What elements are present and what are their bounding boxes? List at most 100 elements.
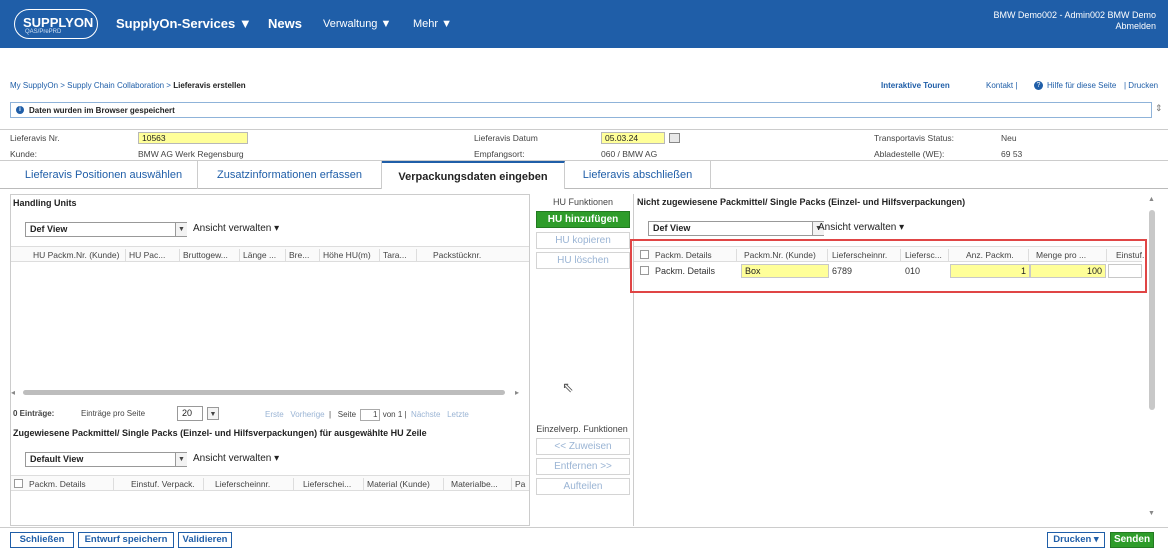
col-bruttogew[interactable]: Bruttogew... bbox=[183, 250, 228, 260]
split-button[interactable]: Aufteilen bbox=[536, 478, 630, 495]
col-packm-details[interactable]: Packm. Details bbox=[655, 250, 712, 260]
col-menge-pro[interactable]: Menge pro ... bbox=[1036, 250, 1086, 260]
pager-page-label: Seite bbox=[337, 410, 357, 419]
remove-button[interactable]: Entfernen >> bbox=[536, 458, 630, 475]
pager-last[interactable]: Letzte bbox=[447, 410, 469, 419]
logout-link[interactable]: Abmelden bbox=[1115, 21, 1156, 31]
anz-packm-field[interactable]: 1 bbox=[950, 264, 1030, 278]
calendar-icon[interactable] bbox=[669, 133, 680, 143]
row-checkbox[interactable] bbox=[640, 266, 649, 275]
assigned-grid-header: Packm. Details Einstuf. Verpack. Liefers… bbox=[11, 475, 529, 491]
col-lieferscheinnr[interactable]: Lieferscheinnr. bbox=[832, 250, 887, 260]
handling-units-panel: Handling Units Def View ▼ Ansicht verwal… bbox=[10, 194, 530, 526]
datum-field[interactable]: 05.03.24 bbox=[601, 132, 665, 144]
col-material-kunde[interactable]: Material (Kunde) bbox=[367, 479, 430, 489]
hu-copy-button[interactable]: HU kopieren bbox=[536, 232, 630, 249]
send-button[interactable]: Senden bbox=[1110, 532, 1154, 548]
tab-zusatzinformationen[interactable]: Zusatzinformationen erfassen bbox=[198, 161, 382, 189]
menge-pro-field[interactable]: 100 bbox=[1030, 264, 1106, 278]
print-link[interactable]: | Drucken bbox=[1124, 81, 1158, 90]
scroll-left-icon[interactable]: ◂ bbox=[11, 388, 15, 397]
nav-news[interactable]: News bbox=[268, 16, 302, 31]
col-breite[interactable]: Bre... bbox=[289, 250, 309, 260]
col-pa[interactable]: Pa bbox=[515, 479, 525, 489]
avis-nr-field[interactable]: 10563 bbox=[138, 132, 248, 144]
mouse-cursor-icon: ⇖ bbox=[562, 379, 574, 395]
scroll-down-icon[interactable]: ▼ bbox=[1148, 510, 1155, 517]
status-value: Neu bbox=[1001, 133, 1017, 143]
col-materialbe[interactable]: Materialbe... bbox=[451, 479, 498, 489]
col-lieferscheinnr[interactable]: Lieferscheinnr. bbox=[215, 479, 270, 489]
unassigned-packs-panel: Nicht zugewiesene Packmittel/ Single Pac… bbox=[630, 194, 1155, 526]
scroll-right-icon[interactable]: ▸ bbox=[515, 388, 519, 397]
col-anz-packm[interactable]: Anz. Packm. bbox=[966, 250, 1014, 260]
nav-verwaltung[interactable]: Verwaltung ▼ bbox=[323, 18, 391, 30]
abladestelle-value: 69 53 bbox=[1001, 149, 1023, 159]
col-divider bbox=[416, 249, 417, 261]
help-link[interactable]: Hilfe für diese Seite bbox=[1047, 81, 1116, 90]
col-liefersc[interactable]: Liefersc... bbox=[905, 250, 942, 260]
packm-nr-field[interactable]: Box bbox=[741, 264, 829, 278]
supplyon-logo[interactable]: SUPPLYON QAS/PrePRD bbox=[14, 9, 98, 39]
col-packstuecknr[interactable]: Packstücknr. bbox=[433, 250, 481, 260]
hu-manage-view-button[interactable]: Ansicht verwalten ▾ bbox=[193, 223, 279, 234]
select-all-checkbox[interactable] bbox=[640, 250, 649, 259]
validate-button[interactable]: Validieren bbox=[178, 532, 232, 548]
col-laenge[interactable]: Länge ... bbox=[243, 250, 276, 260]
scroll-up-icon[interactable]: ▲ bbox=[1148, 196, 1155, 203]
help-icon[interactable]: ? bbox=[1034, 81, 1043, 90]
col-hu-pac[interactable]: HU Pac... bbox=[129, 250, 165, 260]
chevron-down-icon[interactable]: ▼ bbox=[207, 407, 219, 420]
col-tara[interactable]: Tara... bbox=[383, 250, 407, 260]
chevron-down-icon[interactable]: ▼ bbox=[175, 223, 187, 236]
print-button[interactable]: Drucken ▾ bbox=[1047, 532, 1105, 548]
tab-positionen[interactable]: Lieferavis Positionen auswählen bbox=[10, 161, 198, 189]
chevron-down-icon[interactable]: ▼ bbox=[175, 453, 187, 466]
unassigned-manage-view-button[interactable]: Ansicht verwalten ▾ bbox=[818, 222, 904, 233]
nav-mehr[interactable]: Mehr ▼ bbox=[413, 18, 452, 30]
hu-delete-button[interactable]: HU löschen bbox=[536, 252, 630, 269]
col-lieferschei[interactable]: Lieferschei... bbox=[303, 479, 351, 489]
col-packm-details[interactable]: Packm. Details bbox=[29, 479, 86, 489]
assigned-manage-view-button[interactable]: Ansicht verwalten ▾ bbox=[193, 453, 279, 464]
hu-add-button[interactable]: HU hinzufügen bbox=[536, 211, 630, 228]
horizontal-scrollbar[interactable] bbox=[23, 390, 505, 395]
col-hoehe[interactable]: Höhe HU(m) bbox=[323, 250, 371, 260]
per-page-select[interactable]: 20 bbox=[177, 406, 203, 421]
abladestelle-label: Abladestelle (WE): bbox=[874, 149, 945, 159]
col-divider bbox=[363, 478, 364, 490]
unassigned-view-select[interactable]: Def View bbox=[648, 221, 824, 236]
packm-details-link[interactable]: Packm. Details bbox=[655, 266, 715, 276]
nav-supplyon-services[interactable]: SupplyOn-Services ▼ bbox=[116, 16, 252, 31]
unassigned-grid-header: Packm. Details Packm.Nr. (Kunde) Liefers… bbox=[634, 246, 1144, 262]
select-all-checkbox[interactable] bbox=[14, 479, 23, 488]
hu-view-select[interactable]: Def View bbox=[25, 222, 187, 237]
assign-button[interactable]: << Zuweisen bbox=[536, 438, 630, 455]
col-divider bbox=[736, 249, 737, 261]
breadcrumb-current: Lieferavis erstellen bbox=[173, 81, 246, 90]
page-input[interactable]: 1 bbox=[360, 409, 381, 421]
tab-abschliessen[interactable]: Lieferavis abschließen bbox=[565, 161, 711, 189]
vertical-scrollbar[interactable] bbox=[1149, 210, 1155, 410]
interactive-tours-link[interactable]: Interaktive Touren bbox=[881, 81, 950, 90]
col-divider bbox=[203, 478, 204, 490]
col-einstuf-verpack[interactable]: Einstuf. Verpack. bbox=[131, 479, 195, 489]
col-packm-nr-kunde[interactable]: Packm.Nr. (Kunde) bbox=[744, 250, 816, 260]
table-row[interactable]: Packm. Details Box 6789 010 1 100 bbox=[634, 262, 1142, 280]
breadcrumb-path[interactable]: My SupplyOn > Supply Chain Collaboration… bbox=[10, 81, 173, 90]
pager-next[interactable]: Nächste bbox=[411, 410, 440, 419]
col-hu-packm-nr[interactable]: HU Packm.Nr. (Kunde) bbox=[33, 250, 119, 260]
einstuf-field[interactable] bbox=[1108, 264, 1142, 278]
col-einstuf[interactable]: Einstuf. bbox=[1116, 250, 1144, 260]
pager-first[interactable]: Erste bbox=[265, 410, 284, 419]
close-button[interactable]: Schließen bbox=[10, 532, 74, 548]
hu-entry-count: 0 Einträge: bbox=[13, 409, 55, 418]
pager-prev[interactable]: Vorherige bbox=[290, 410, 324, 419]
save-draft-button[interactable]: Entwurf speichern bbox=[78, 532, 174, 548]
tab-verpackungsdaten[interactable]: Verpackungsdaten eingeben bbox=[382, 161, 565, 189]
assigned-view-select[interactable]: Default View bbox=[25, 452, 187, 467]
single-functions-title: Einzelverp. Funktionen bbox=[536, 424, 628, 434]
contact-link[interactable]: Kontakt | bbox=[986, 81, 1017, 90]
scroll-updown-icon[interactable]: ⇕ bbox=[1155, 103, 1163, 114]
col-divider bbox=[948, 249, 949, 261]
